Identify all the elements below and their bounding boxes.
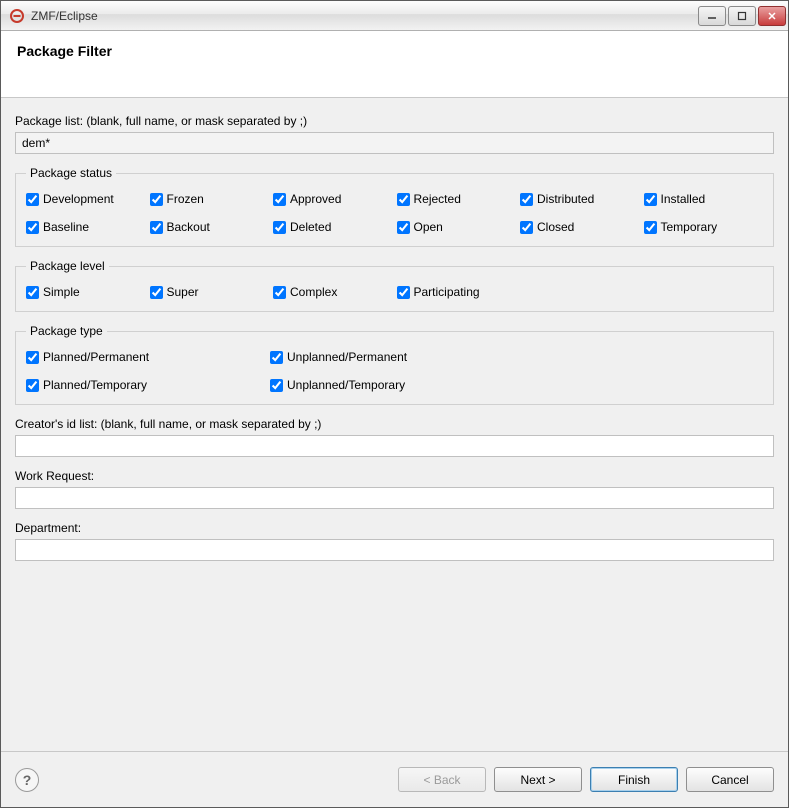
status-open-label: Open: [414, 220, 443, 234]
status-deleted[interactable]: Deleted: [273, 220, 393, 234]
type-planned-permanent-label: Planned/Permanent: [43, 350, 149, 364]
level-super-checkbox[interactable]: [150, 286, 163, 299]
status-open-checkbox[interactable]: [397, 221, 410, 234]
status-baseline-label: Baseline: [43, 220, 89, 234]
creator-id-input[interactable]: [15, 435, 774, 457]
app-icon: [9, 8, 25, 24]
status-development[interactable]: Development: [26, 192, 146, 206]
dialog-header: Package Filter: [1, 31, 788, 98]
status-open[interactable]: Open: [397, 220, 517, 234]
level-participating[interactable]: Participating: [397, 285, 517, 299]
status-temporary[interactable]: Temporary: [644, 220, 764, 234]
status-deleted-label: Deleted: [290, 220, 331, 234]
type-unplanned-permanent-checkbox[interactable]: [270, 351, 283, 364]
work-request-label: Work Request:: [15, 469, 774, 483]
status-approved-checkbox[interactable]: [273, 193, 286, 206]
creator-id-label: Creator's id list: (blank, full name, or…: [15, 417, 774, 431]
level-super[interactable]: Super: [150, 285, 270, 299]
level-super-label: Super: [167, 285, 199, 299]
department-label: Department:: [15, 521, 774, 535]
status-approved-label: Approved: [290, 192, 341, 206]
type-planned-temporary-checkbox[interactable]: [26, 379, 39, 392]
status-closed-checkbox[interactable]: [520, 221, 533, 234]
status-frozen-checkbox[interactable]: [150, 193, 163, 206]
level-complex-label: Complex: [290, 285, 337, 299]
level-simple[interactable]: Simple: [26, 285, 146, 299]
status-development-label: Development: [43, 192, 114, 206]
status-approved[interactable]: Approved: [273, 192, 393, 206]
titlebar: ZMF/Eclipse: [1, 1, 788, 31]
status-backout-checkbox[interactable]: [150, 221, 163, 234]
package-list-input[interactable]: [15, 132, 774, 154]
type-unplanned-temporary-checkbox[interactable]: [270, 379, 283, 392]
status-backout[interactable]: Backout: [150, 220, 270, 234]
package-level-legend: Package level: [26, 259, 109, 273]
minimize-button[interactable]: [698, 6, 726, 26]
status-rejected[interactable]: Rejected: [397, 192, 517, 206]
close-button[interactable]: [758, 6, 786, 26]
status-closed[interactable]: Closed: [520, 220, 640, 234]
dialog-window: ZMF/Eclipse Package Filter Package list:…: [0, 0, 789, 808]
window-title: ZMF/Eclipse: [31, 9, 698, 23]
level-simple-checkbox[interactable]: [26, 286, 39, 299]
status-installed-checkbox[interactable]: [644, 193, 657, 206]
status-backout-label: Backout: [167, 220, 210, 234]
status-deleted-checkbox[interactable]: [273, 221, 286, 234]
level-complex[interactable]: Complex: [273, 285, 393, 299]
status-baseline-checkbox[interactable]: [26, 221, 39, 234]
status-development-checkbox[interactable]: [26, 193, 39, 206]
package-type-legend: Package type: [26, 324, 107, 338]
type-planned-permanent[interactable]: Planned/Permanent: [26, 350, 266, 364]
dialog-content: Package list: (blank, full name, or mask…: [1, 98, 788, 751]
package-type-group: Package type Planned/Permanent Unplanned/…: [15, 324, 774, 405]
level-simple-label: Simple: [43, 285, 80, 299]
dialog-title: Package Filter: [17, 43, 772, 59]
status-baseline[interactable]: Baseline: [26, 220, 146, 234]
package-list-label: Package list: (blank, full name, or mask…: [15, 114, 774, 128]
status-frozen[interactable]: Frozen: [150, 192, 270, 206]
status-distributed-checkbox[interactable]: [520, 193, 533, 206]
status-installed-label: Installed: [661, 192, 706, 206]
type-unplanned-permanent[interactable]: Unplanned/Permanent: [270, 350, 510, 364]
type-planned-temporary-label: Planned/Temporary: [43, 378, 147, 392]
type-unplanned-permanent-label: Unplanned/Permanent: [287, 350, 407, 364]
package-level-group: Package level Simple Super Complex Particip…: [15, 259, 774, 312]
back-button: < Back: [398, 767, 486, 792]
help-icon[interactable]: ?: [15, 768, 39, 792]
department-input[interactable]: [15, 539, 774, 561]
status-temporary-checkbox[interactable]: [644, 221, 657, 234]
finish-button[interactable]: Finish: [590, 767, 678, 792]
status-closed-label: Closed: [537, 220, 574, 234]
level-complex-checkbox[interactable]: [273, 286, 286, 299]
status-rejected-label: Rejected: [414, 192, 461, 206]
status-frozen-label: Frozen: [167, 192, 204, 206]
level-participating-checkbox[interactable]: [397, 286, 410, 299]
level-participating-label: Participating: [414, 285, 480, 299]
maximize-button[interactable]: [728, 6, 756, 26]
package-status-legend: Package status: [26, 166, 116, 180]
dialog-button-bar: ? < Back Next > Finish Cancel: [1, 751, 788, 807]
status-distributed-label: Distributed: [537, 192, 594, 206]
next-button[interactable]: Next >: [494, 767, 582, 792]
window-buttons: [698, 6, 786, 26]
type-unplanned-temporary-label: Unplanned/Temporary: [287, 378, 405, 392]
status-rejected-checkbox[interactable]: [397, 193, 410, 206]
cancel-button[interactable]: Cancel: [686, 767, 774, 792]
type-planned-temporary[interactable]: Planned/Temporary: [26, 378, 266, 392]
work-request-input[interactable]: [15, 487, 774, 509]
status-installed[interactable]: Installed: [644, 192, 764, 206]
status-temporary-label: Temporary: [661, 220, 718, 234]
status-distributed[interactable]: Distributed: [520, 192, 640, 206]
type-planned-permanent-checkbox[interactable]: [26, 351, 39, 364]
package-status-group: Package status Development Frozen Approved…: [15, 166, 774, 247]
type-unplanned-temporary[interactable]: Unplanned/Temporary: [270, 378, 510, 392]
